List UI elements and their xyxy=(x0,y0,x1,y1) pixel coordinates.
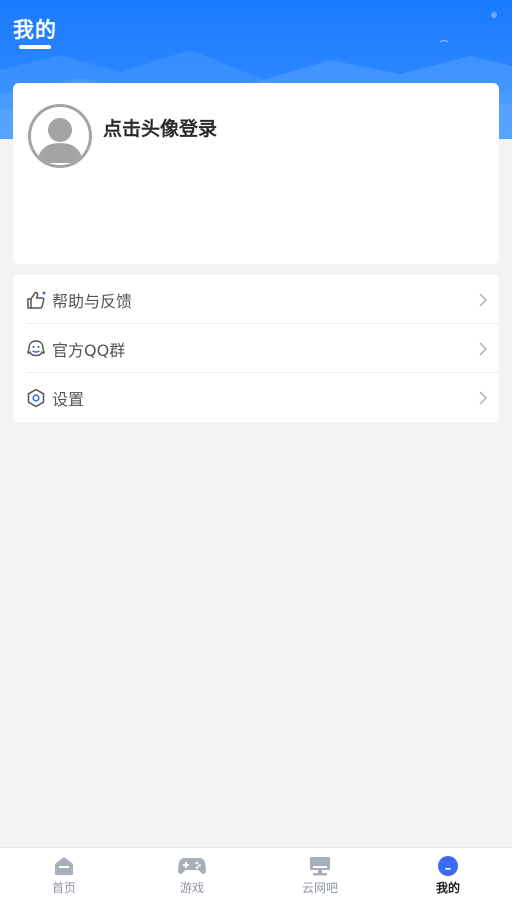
menu-item-settings[interactable]: 设置 xyxy=(13,373,499,422)
tab-home[interactable]: 首页 xyxy=(0,848,128,910)
profile-icon xyxy=(438,856,458,876)
settings-hexagon-icon xyxy=(27,388,45,407)
menu-label-qq-group: 官方QQ群 xyxy=(52,340,126,360)
tab-profile[interactable]: 我的 xyxy=(384,848,512,910)
chevron-right-icon xyxy=(479,341,487,356)
login-prompt[interactable]: 点击头像登录 xyxy=(103,114,217,141)
tab-label-home: 首页 xyxy=(51,881,76,895)
tab-label-games: 游戏 xyxy=(179,881,204,895)
menu-card: 帮助与反馈 官方QQ群 设置 xyxy=(13,275,499,422)
chevron-right-icon xyxy=(479,292,487,307)
chevron-right-icon xyxy=(479,390,487,405)
app-root: 我的 点击头像登录 帮助与反馈 官方QQ群 设置 首页 游戏 云网吧 我的 xyxy=(0,0,512,910)
title-underline xyxy=(19,45,51,49)
home-icon xyxy=(55,857,73,875)
menu-label-settings: 设置 xyxy=(52,389,85,409)
tab-label-profile: 我的 xyxy=(435,881,460,895)
menu-item-help-feedback[interactable]: 帮助与反馈 xyxy=(13,275,499,324)
tab-label-cloud-cafe: 云网吧 xyxy=(301,881,338,895)
page-title: 我的 xyxy=(13,18,57,42)
menu-label-help-feedback: 帮助与反馈 xyxy=(52,291,133,311)
profile-card: 点击头像登录 xyxy=(13,83,499,264)
gamepad-icon xyxy=(178,858,206,874)
default-avatar-icon[interactable] xyxy=(28,104,92,168)
menu-item-qq-group[interactable]: 官方QQ群 xyxy=(13,324,499,373)
tab-games[interactable]: 游戏 xyxy=(128,848,256,910)
tab-cloud-cafe[interactable]: 云网吧 xyxy=(256,848,384,910)
bottom-tab-bar: 首页 游戏 云网吧 我的 xyxy=(0,847,512,910)
computer-icon xyxy=(310,857,330,876)
thumbs-up-icon xyxy=(27,291,46,309)
qq-penguin-icon xyxy=(27,339,45,356)
